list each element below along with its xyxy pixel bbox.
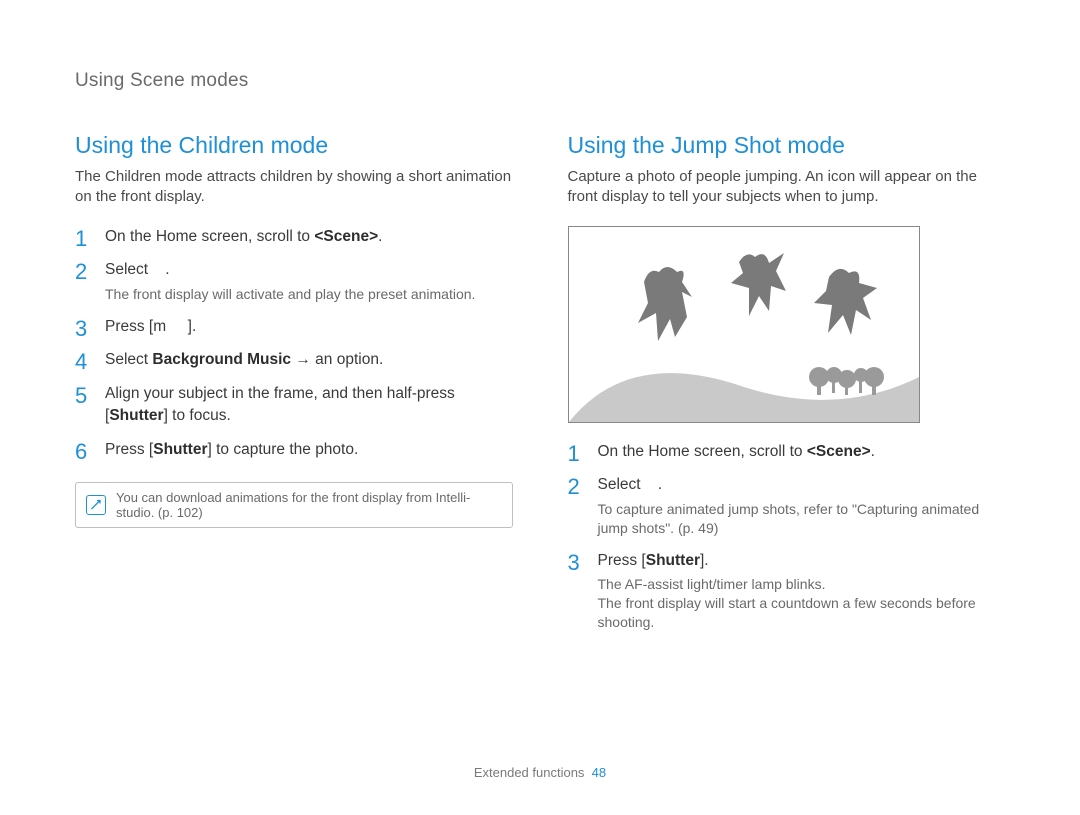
step-substep: To capture animated jump shots, refer to… [598, 500, 1006, 538]
step-item: Select . The front display will activate… [75, 259, 513, 304]
step-substep: The front display will activate and play… [105, 285, 513, 304]
step-item: Press [m ]. [75, 316, 513, 338]
children-mode-steps: On the Home screen, scroll to <Scene>. S… [75, 226, 513, 461]
jumpshot-illustration [568, 226, 920, 423]
children-mode-heading: Using the Children mode [75, 132, 513, 159]
step-text: Press [m ]. [105, 318, 196, 335]
step-item: Align your subject in the frame, and the… [75, 383, 513, 426]
note-box: You can download animations for the fron… [75, 482, 513, 528]
jumpshot-heading: Using the Jump Shot mode [568, 132, 1006, 159]
manual-page: Using Scene modes Using the Children mod… [0, 0, 1080, 815]
page-footer: Extended functions 48 [0, 765, 1080, 780]
jumpshot-intro: Capture a photo of people jumping. An ic… [568, 167, 1006, 208]
children-mode-intro: The Children mode attracts children by s… [75, 167, 513, 208]
two-column-layout: Using the Children mode The Children mod… [75, 132, 1005, 644]
step-item: On the Home screen, scroll to <Scene>. [75, 226, 513, 248]
right-column: Using the Jump Shot mode Capture a photo… [568, 132, 1006, 644]
step-text: Select . [105, 261, 170, 278]
step-text: Press [Shutter] to capture the photo. [105, 441, 358, 458]
step-text: On the Home screen, scroll to <Scene>. [598, 443, 875, 460]
step-text: Select . [598, 476, 663, 493]
section-title: Using Scene modes [75, 70, 1005, 92]
jumpshot-steps: On the Home screen, scroll to <Scene>. S… [568, 441, 1006, 633]
step-item: On the Home screen, scroll to <Scene>. [568, 441, 1006, 463]
step-item: Press [Shutter] to capture the photo. [75, 439, 513, 461]
note-icon [86, 495, 106, 515]
footer-label: Extended functions [474, 765, 585, 780]
step-text: Align your subject in the frame, and the… [105, 385, 455, 424]
step-item: Select Background Music → an option. [75, 349, 513, 371]
note-text: You can download animations for the fron… [116, 490, 502, 520]
left-column: Using the Children mode The Children mod… [75, 132, 513, 644]
step-item: Press [Shutter]. The AF-assist light/tim… [568, 550, 1006, 632]
step-text: Select Background Music → an option. [105, 351, 383, 368]
step-text: On the Home screen, scroll to <Scene>. [105, 228, 382, 245]
step-text: Press [Shutter]. [598, 552, 709, 569]
step-substep: The AF-assist light/timer lamp blinks.Th… [598, 575, 1006, 632]
footer-page-number: 48 [592, 765, 606, 780]
step-item: Select . To capture animated jump shots,… [568, 474, 1006, 537]
